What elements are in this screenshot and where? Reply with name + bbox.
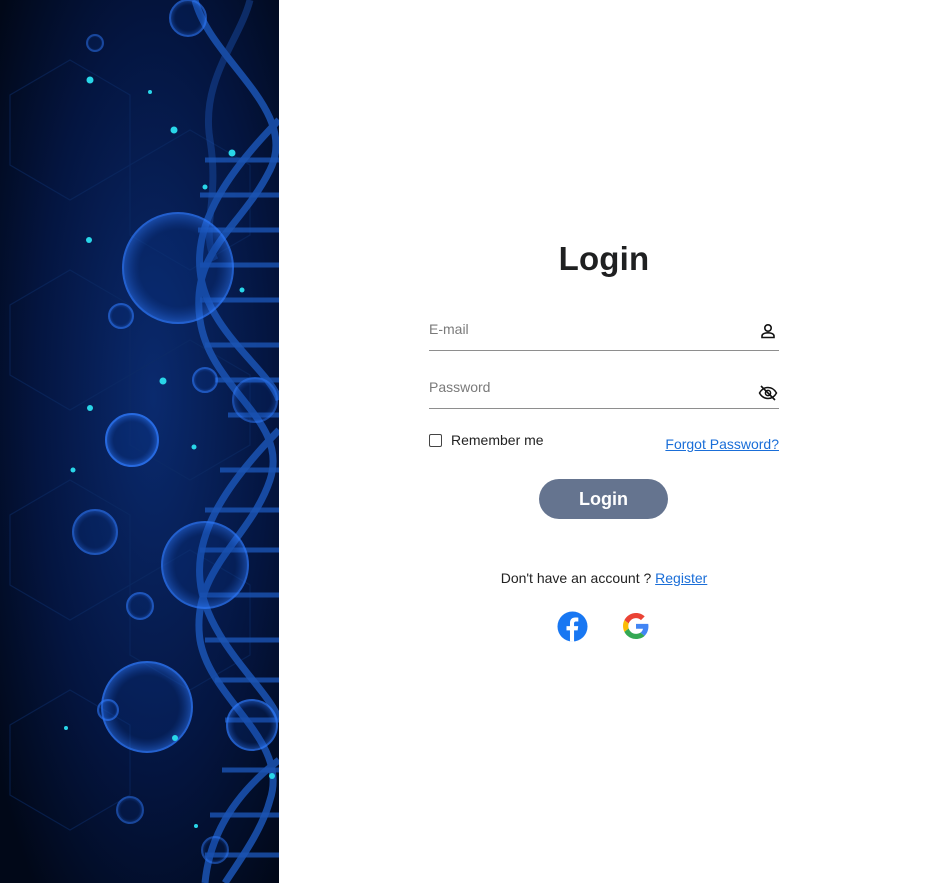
google-icon[interactable] [620, 610, 652, 642]
remember-me-label: Remember me [451, 432, 544, 448]
email-field-wrapper [429, 314, 779, 351]
password-field[interactable] [429, 372, 739, 402]
register-link[interactable]: Register [655, 570, 707, 586]
page-title: Login [558, 240, 650, 277]
dna-background-image [0, 0, 279, 883]
email-field[interactable] [429, 314, 739, 344]
eye-off-icon[interactable] [757, 382, 779, 404]
options-row: Remember me Forgot Password? [429, 432, 779, 454]
register-row: Don't have an account ? Register [429, 570, 779, 586]
login-page: Login Remember [0, 0, 929, 883]
password-field-wrapper [429, 372, 779, 409]
remember-me-checkbox[interactable]: Remember me [429, 432, 544, 448]
login-form: Login Remember [429, 0, 779, 883]
facebook-icon[interactable] [556, 610, 588, 642]
person-icon [757, 320, 779, 342]
checkbox-box[interactable] [429, 433, 442, 447]
register-prompt: Don't have an account ? [500, 570, 652, 586]
forgot-password-link[interactable]: Forgot Password? [665, 436, 779, 452]
login-button[interactable]: Login [539, 479, 668, 519]
